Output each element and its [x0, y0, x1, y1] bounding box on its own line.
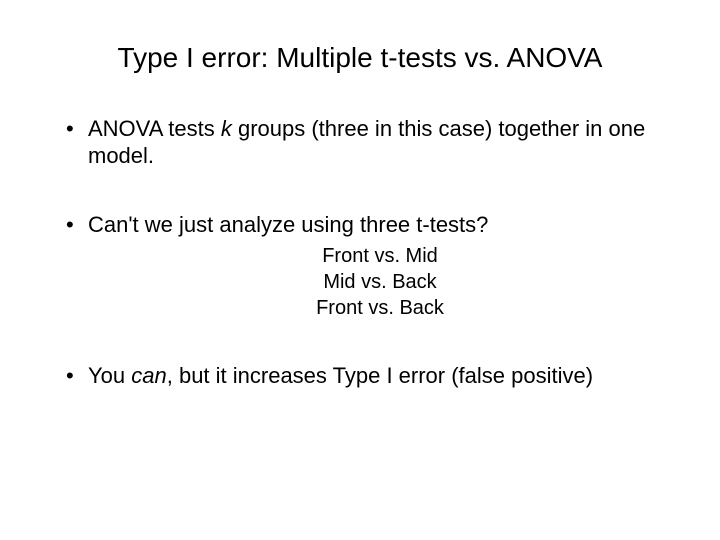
bullet-3-italic: can: [131, 363, 166, 388]
bullet-2-text: Can't we just analyze using three t-test…: [88, 212, 488, 237]
sub-item-2: Mid vs. Back: [88, 270, 672, 296]
bullet-3-text-post: , but it increases Type I error (false p…: [167, 363, 593, 388]
bullet-3-text-pre: You: [88, 363, 131, 388]
sub-list: Front vs. Mid Mid vs. Back Front vs. Bac…: [88, 244, 672, 321]
sub-item-1: Front vs. Mid: [88, 244, 672, 270]
bullet-1-text-pre: ANOVA tests: [88, 116, 221, 141]
bullet-item-2: Can't we just analyze using three t-test…: [66, 212, 672, 322]
slide: Type I error: Multiple t-tests vs. ANOVA…: [0, 0, 720, 540]
bullet-item-3: You can, but it increases Type I error (…: [66, 363, 672, 390]
sub-item-3: Front vs. Back: [88, 296, 672, 322]
slide-title: Type I error: Multiple t-tests vs. ANOVA: [48, 42, 672, 74]
bullet-1-italic: k: [221, 116, 232, 141]
bullet-item-1: ANOVA tests k groups (three in this case…: [66, 116, 672, 170]
bullet-list: ANOVA tests k groups (three in this case…: [48, 116, 672, 390]
